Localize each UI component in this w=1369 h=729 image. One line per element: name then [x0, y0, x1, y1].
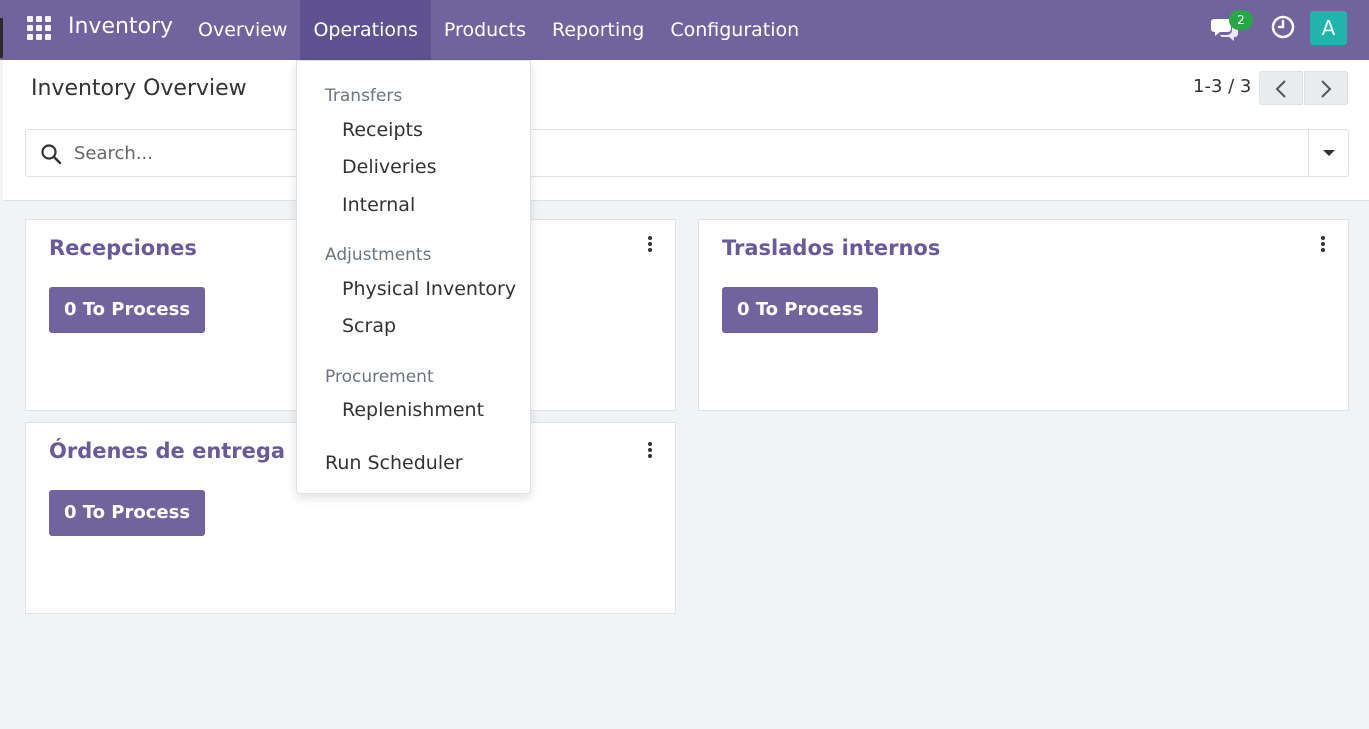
menu-item-scrap[interactable]: Scrap: [342, 315, 396, 337]
top-navbar: Inventory Overview Operations Products R…: [0, 0, 1369, 60]
control-panel: Inventory Overview 1-3 / 3: [3, 60, 1369, 201]
kebab-menu-icon[interactable]: [645, 442, 655, 462]
menu-section-header: Procurement: [325, 367, 434, 387]
chevron-right-icon: [1321, 80, 1332, 98]
search-bar: [25, 129, 1349, 177]
card-title[interactable]: Recepciones: [49, 236, 197, 260]
card-traslados-internos: Traslados internos 0 To Process: [698, 219, 1349, 411]
page-title: Inventory Overview: [31, 76, 247, 101]
card-title[interactable]: Órdenes de entrega: [49, 439, 285, 463]
menu-section-header: Transfers: [325, 86, 403, 106]
to-process-button[interactable]: 0 To Process: [49, 490, 206, 536]
menu-item-deliveries[interactable]: Deliveries: [342, 156, 437, 178]
activity-clock-icon[interactable]: [1270, 14, 1296, 40]
card-title[interactable]: Traslados internos: [722, 236, 940, 260]
menu-item-physical-inventory[interactable]: Physical Inventory: [342, 278, 516, 300]
nav-configuration[interactable]: Configuration: [657, 0, 812, 60]
nav-overview[interactable]: Overview: [185, 0, 300, 60]
main-nav: Overview Operations Products Reporting C…: [185, 0, 812, 60]
menu-item-receipts[interactable]: Receipts: [342, 119, 423, 141]
chat-count-badge: 2: [1229, 10, 1253, 30]
nav-products[interactable]: Products: [431, 0, 539, 60]
menu-item-internal[interactable]: Internal: [342, 194, 415, 216]
pager-previous-button[interactable]: [1259, 71, 1303, 105]
operations-dropdown: Transfers Receipts Deliveries Internal A…: [296, 60, 531, 494]
apps-menu-icon[interactable]: [26, 15, 52, 41]
menu-section-header: Adjustments: [325, 245, 432, 265]
pager-next-button[interactable]: [1304, 71, 1348, 105]
window-edge: [0, 18, 3, 58]
to-process-button[interactable]: 0 To Process: [722, 287, 879, 333]
nav-operations[interactable]: Operations: [300, 0, 431, 60]
search-input[interactable]: [74, 130, 1294, 176]
app-brand[interactable]: Inventory: [68, 14, 173, 39]
search-options-toggle[interactable]: [1308, 130, 1348, 176]
kebab-menu-icon[interactable]: [1318, 236, 1328, 256]
menu-item-replenishment[interactable]: Replenishment: [342, 399, 484, 421]
caret-down-icon: [1323, 150, 1335, 156]
kebab-menu-icon[interactable]: [645, 236, 655, 256]
search-icon: [41, 144, 62, 165]
chevron-left-icon: [1275, 80, 1286, 98]
user-avatar[interactable]: A: [1310, 11, 1347, 45]
menu-item-run-scheduler[interactable]: Run Scheduler: [325, 452, 463, 474]
pager-value[interactable]: 1-3 / 3: [1193, 76, 1251, 97]
nav-reporting[interactable]: Reporting: [539, 0, 657, 60]
to-process-button[interactable]: 0 To Process: [49, 287, 206, 333]
